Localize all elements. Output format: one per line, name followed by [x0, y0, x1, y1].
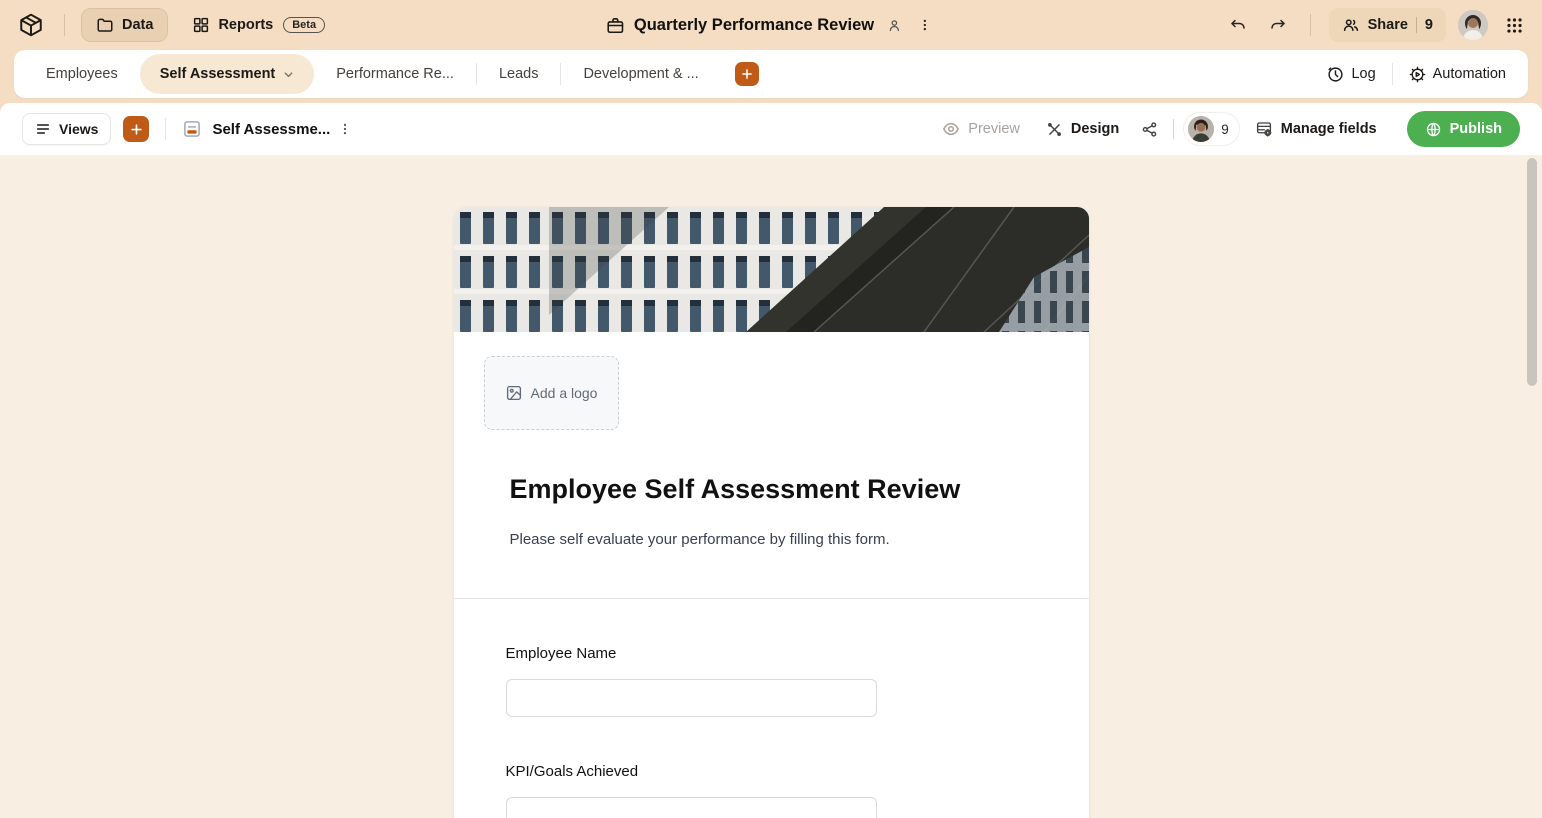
employee-name-input[interactable] — [505, 679, 877, 717]
view-name[interactable]: Self Assessme... — [212, 121, 330, 138]
log-label: Log — [1351, 66, 1376, 82]
redo-button[interactable] — [1264, 11, 1292, 39]
reports-tab-label: Reports — [218, 17, 274, 33]
user-avatar[interactable] — [1458, 10, 1488, 40]
redo-icon — [1270, 19, 1285, 29]
reports-grid-icon — [194, 17, 209, 33]
avatar-image — [1458, 10, 1488, 40]
apps-grid-button[interactable] — [1500, 11, 1528, 39]
publish-button[interactable]: Publish — [1406, 111, 1520, 147]
publish-label: Publish — [1449, 121, 1502, 137]
views-label: Views — [59, 121, 99, 137]
topbar-divider — [64, 14, 65, 36]
form-view-icon — [184, 121, 201, 137]
form-subtitle[interactable]: Please self evaluate your performance by… — [510, 531, 1033, 548]
undo-button[interactable] — [1224, 11, 1252, 39]
undo-icon — [1230, 19, 1245, 29]
views-list-icon — [36, 124, 50, 134]
share-count: 9 — [1424, 17, 1433, 33]
add-table-button[interactable] — [734, 62, 759, 86]
preview-label: Preview — [968, 121, 1020, 137]
plus-icon — [741, 69, 752, 79]
apps-grid-icon — [1506, 17, 1522, 33]
add-logo-button[interactable]: Add a logo — [483, 356, 619, 430]
automation-icon — [1409, 66, 1426, 82]
preview-button[interactable]: Preview — [932, 114, 1030, 144]
manage-fields-button[interactable]: Manage fields — [1245, 114, 1387, 144]
vertical-scrollbar[interactable] — [1527, 158, 1537, 386]
collaborators-pill[interactable]: 9 — [1184, 113, 1239, 145]
log-button[interactable]: Log — [1315, 60, 1387, 89]
form-card: Add a logo Employee Self Assessment Revi… — [453, 207, 1089, 818]
form-field-kpi-goals: KPI/Goals Achieved — [505, 763, 1037, 818]
chevron-down-icon — [284, 71, 293, 77]
kpi-goals-input[interactable] — [505, 797, 877, 818]
collaborator-avatar — [1188, 116, 1215, 142]
top-bar: Data Reports Beta Quarterly Performance … — [0, 0, 1542, 50]
page-title: Quarterly Performance Review — [633, 15, 875, 34]
form-design-canvas: Add a logo Employee Self Assessment Revi… — [0, 155, 1542, 818]
collaborator-icon[interactable] — [883, 14, 905, 36]
toolbar-divider — [165, 118, 167, 140]
cube-logo-icon — [20, 13, 42, 37]
building-photo — [453, 207, 1089, 332]
folder-icon — [97, 18, 113, 32]
tab-development[interactable]: Development & ... — [561, 66, 720, 82]
toolbar-divider — [1173, 119, 1175, 139]
field-label: KPI/Goals Achieved — [505, 763, 639, 780]
form-field-employee-name: Employee Name — [505, 645, 1037, 717]
manage-fields-icon — [1256, 122, 1272, 137]
app-logo[interactable] — [14, 8, 48, 42]
kebab-icon — [923, 19, 927, 31]
automation-label: Automation — [1432, 66, 1506, 82]
design-button[interactable]: Design — [1036, 115, 1129, 144]
tab-leads[interactable]: Leads — [477, 66, 561, 82]
share-label: Share — [1367, 17, 1408, 33]
add-logo-label: Add a logo — [530, 385, 598, 401]
share-button[interactable]: Share 9 — [1328, 8, 1446, 42]
tab-performance-review[interactable]: Performance Re... — [314, 66, 476, 82]
tab-self-assessment[interactable]: Self Assessment — [139, 54, 315, 94]
topbar-divider — [1309, 14, 1311, 36]
data-tab-button[interactable]: Data — [81, 8, 169, 42]
share-pill-divider — [1415, 17, 1417, 33]
globe-icon — [1426, 122, 1440, 136]
image-icon — [506, 385, 521, 401]
form-divider — [453, 598, 1089, 599]
table-tabs-bar: Employees Self Assessment Performance Re… — [14, 50, 1528, 98]
avatar-image — [1188, 116, 1215, 142]
design-icon — [1047, 122, 1061, 136]
collaborator-count: 9 — [1221, 121, 1229, 137]
tab-divider — [1391, 63, 1393, 85]
form-title[interactable]: Employee Self Assessment Review — [510, 474, 1033, 505]
field-label: Employee Name — [505, 645, 617, 662]
view-more-menu[interactable] — [330, 118, 360, 140]
reports-tab-button[interactable]: Reports Beta — [178, 8, 339, 42]
automation-button[interactable]: Automation — [1397, 60, 1518, 89]
form-cover-image[interactable] — [453, 207, 1089, 332]
briefcase-icon — [607, 17, 624, 33]
add-view-button[interactable] — [123, 116, 150, 142]
title-more-menu[interactable] — [914, 14, 936, 36]
views-button[interactable]: Views — [22, 113, 112, 145]
views-toolbar: Views Self Assessme... Preview Design 9 … — [0, 103, 1542, 155]
eye-icon — [943, 122, 960, 136]
beta-badge: Beta — [283, 17, 326, 33]
data-tab-label: Data — [122, 17, 154, 33]
people-icon — [1343, 19, 1358, 31]
clock-icon — [1328, 66, 1344, 82]
share-nodes-icon — [1142, 121, 1157, 137]
tab-employees[interactable]: Employees — [24, 66, 140, 82]
kebab-icon — [344, 123, 347, 135]
tab-self-assessment-label: Self Assessment — [159, 66, 276, 82]
manage-fields-label: Manage fields — [1280, 121, 1377, 137]
plus-icon — [131, 123, 142, 135]
share-view-button[interactable] — [1135, 115, 1163, 143]
design-label: Design — [1070, 121, 1120, 137]
